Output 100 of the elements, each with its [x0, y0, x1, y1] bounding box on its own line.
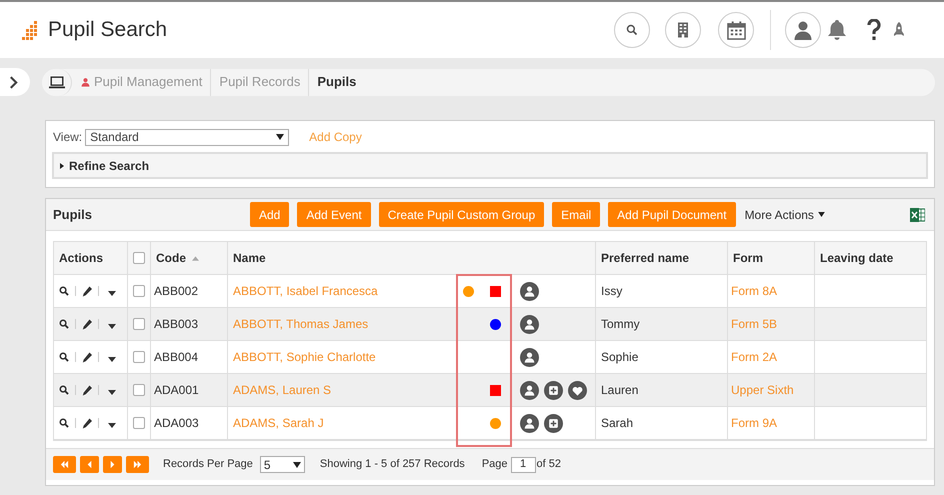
form-link[interactable]: Form 9A	[731, 414, 778, 432]
search-icon[interactable]	[59, 319, 69, 329]
first-page-button[interactable]	[53, 456, 76, 473]
logo-icon	[22, 19, 38, 41]
pencil-icon[interactable]	[82, 318, 92, 330]
table-cell-text: ADA003	[154, 415, 199, 432]
more-actions-dropdown[interactable]: More Actions	[744, 206, 825, 224]
help-icon[interactable]	[866, 19, 882, 41]
form-link[interactable]: Form 8A	[731, 282, 778, 300]
view-select[interactable]: Standard	[85, 128, 290, 146]
column-header[interactable]: Code	[156, 249, 186, 267]
table-cell-text: ADA001	[154, 382, 199, 399]
pupil-name-link[interactable]: ADAMS, Lauren S	[233, 381, 455, 399]
records-summary: Showing 1 - 5 of 257 Records	[320, 457, 465, 472]
person-icon[interactable]	[520, 314, 539, 334]
action-button[interactable]: Add Event	[297, 202, 371, 227]
row-checkbox[interactable]	[133, 285, 145, 297]
form-link[interactable]: Form 5B	[731, 315, 778, 333]
refine-search-toggle[interactable]: Refine Search	[52, 152, 928, 179]
action-button[interactable]: Add	[250, 202, 290, 227]
pupil-name-link[interactable]: ABBOTT, Isabel Francesca	[233, 282, 455, 300]
person-icon[interactable]	[520, 380, 539, 400]
panel-title: Pupils	[53, 206, 94, 224]
table-cell-text: Issy	[601, 283, 622, 300]
double-triangle-icon	[60, 460, 69, 469]
per-page-label: Records Per Page	[163, 457, 253, 472]
table-cell-text: Lauren	[601, 382, 638, 399]
caret-icon[interactable]	[108, 324, 116, 328]
table-cell-text: ABB002	[154, 283, 198, 300]
pencil-icon[interactable]	[82, 352, 92, 362]
action-button[interactable]: Create Pupil Custom Group	[378, 202, 544, 227]
page-field[interactable]: 1	[510, 456, 536, 472]
triangle-icon	[108, 460, 117, 469]
caret-icon[interactable]	[108, 390, 116, 394]
user-button[interactable]	[785, 12, 821, 48]
caret-icon	[292, 462, 301, 468]
column-header[interactable]: Preferred name	[601, 249, 690, 267]
action-button[interactable]: Email	[552, 202, 600, 227]
next-page-button[interactable]	[103, 456, 122, 473]
select-all-checkbox[interactable]	[133, 252, 145, 264]
page-title: Pupil Search	[48, 17, 168, 44]
action-button[interactable]: Add Pupil Document	[608, 202, 736, 227]
triangle-icon	[85, 460, 94, 469]
add-copy-link[interactable]: Add Copy	[309, 128, 362, 146]
pencil-icon[interactable]	[82, 286, 92, 296]
chevron-icon	[9, 76, 18, 88]
table-cell-text: ABB004	[154, 349, 198, 366]
search-icon[interactable]	[59, 286, 69, 296]
rocket-icon[interactable]	[894, 22, 904, 38]
pupil-name-link[interactable]: ABBOTT, Thomas James	[233, 315, 455, 333]
pencil-icon[interactable]	[82, 384, 92, 396]
double-triangle-icon	[133, 460, 142, 469]
column-header[interactable]: Name	[233, 249, 266, 267]
table-cell-text: ABB003	[154, 316, 198, 333]
form-link[interactable]: Upper Sixth	[731, 381, 794, 399]
bell-icon[interactable]	[827, 19, 847, 41]
sidebar-toggle[interactable]	[0, 68, 30, 96]
caret-icon[interactable]	[108, 356, 116, 362]
person-icon[interactable]	[520, 414, 539, 432]
column-header[interactable]: Leaving date	[820, 249, 894, 267]
calendar-icon	[726, 20, 746, 40]
row-checkbox[interactable]	[133, 417, 145, 429]
person-icon[interactable]	[520, 348, 539, 366]
last-page-button[interactable]	[126, 456, 149, 473]
search-button[interactable]	[614, 12, 650, 48]
breadcrumb-link[interactable]: Pupil Management	[72, 68, 212, 96]
column-header[interactable]: Form	[733, 249, 763, 267]
breadcrumb-link[interactable]: Pupil Records	[211, 68, 310, 96]
view-label: View:	[53, 129, 82, 146]
plus-icon[interactable]	[544, 380, 563, 400]
row-checkbox[interactable]	[133, 351, 145, 363]
table-cell-text: Tommy	[601, 316, 640, 333]
triangle-icon	[59, 162, 65, 168]
person-icon	[80, 76, 91, 88]
page-label: Page	[482, 457, 508, 472]
spreadsheet-icon[interactable]	[910, 208, 925, 222]
person-icon[interactable]	[520, 282, 539, 300]
row-checkbox[interactable]	[133, 384, 145, 396]
previous-page-button[interactable]	[80, 456, 99, 473]
caret-icon[interactable]	[108, 422, 116, 428]
plus-icon[interactable]	[544, 414, 563, 432]
caret-icon	[276, 134, 284, 140]
search-icon[interactable]	[59, 418, 69, 428]
pencil-icon[interactable]	[82, 418, 92, 428]
building-button[interactable]	[665, 12, 701, 48]
table-cell-text: Sarah	[601, 415, 634, 432]
pupil-name-link[interactable]: ABBOTT, Sophie Charlotte	[233, 348, 455, 366]
form-link[interactable]: Form 2A	[731, 348, 778, 366]
column-header: Actions	[59, 250, 104, 267]
search-icon[interactable]	[59, 352, 69, 362]
calendar-button[interactable]	[718, 12, 754, 48]
caret-icon	[818, 212, 825, 217]
page-count: of 52	[536, 457, 561, 472]
breadcrumb-current: Pupils	[316, 73, 358, 92]
row-checkbox[interactable]	[133, 318, 145, 330]
pupil-name-link[interactable]: ADAMS, Sarah J	[233, 414, 455, 432]
caret-icon[interactable]	[108, 290, 116, 296]
building-icon	[678, 22, 688, 38]
per-page-select[interactable]: 5	[260, 456, 305, 473]
search-icon[interactable]	[59, 385, 69, 395]
